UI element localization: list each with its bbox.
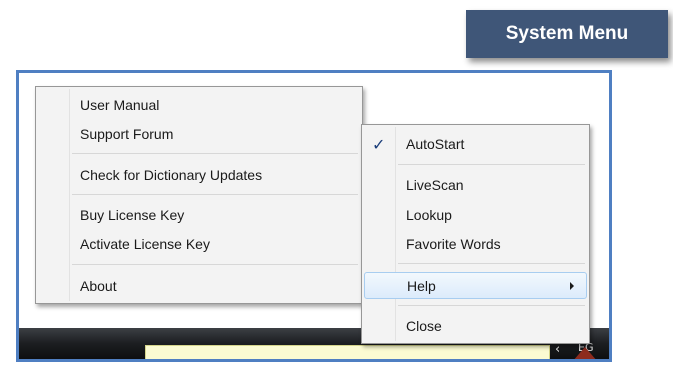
- menu-item-label: Check for Dictionary Updates: [80, 167, 263, 183]
- menu-item-label: AutoStart: [406, 136, 465, 152]
- menu-separator: [72, 153, 358, 154]
- menu-separator: [398, 164, 585, 165]
- menu-item-buy-license-key[interactable]: Buy License Key: [38, 203, 360, 227]
- menu-item-label: Activate License Key: [80, 236, 210, 252]
- menu-item-label: About: [80, 278, 117, 294]
- menu-item-livescan[interactable]: LiveScan: [364, 173, 587, 197]
- menu-item-autostart[interactable]: ✓ AutoStart: [364, 132, 587, 156]
- chevron-right-icon: [570, 281, 574, 290]
- menu-item-lookup[interactable]: Lookup: [364, 203, 587, 227]
- menu-item-activate-license-key[interactable]: Activate License Key: [38, 232, 360, 256]
- help-submenu: User Manual Support Forum Check for Dict…: [35, 86, 363, 304]
- menu-item-user-manual[interactable]: User Manual: [38, 93, 360, 117]
- pointer-arrow: [566, 347, 604, 359]
- page-title: System Menu: [466, 10, 668, 58]
- menu-item-label: Buy License Key: [80, 207, 185, 223]
- system-menu: ✓ AutoStart LiveScan Lookup Favorite Wor…: [361, 124, 590, 344]
- menu-item-label: Lookup: [406, 207, 452, 223]
- screen-frame: ‹ EG User Manual Support Forum Check for…: [16, 70, 612, 362]
- menu-item-label: Close: [406, 318, 442, 334]
- menu-separator: [72, 194, 358, 195]
- menu-item-label: Help: [407, 277, 436, 294]
- menu-separator: [398, 263, 585, 264]
- tooltip-box: [145, 345, 550, 359]
- menu-item-favorite-words[interactable]: Favorite Words: [364, 232, 587, 256]
- menu-item-label: LiveScan: [406, 177, 464, 193]
- menu-item-label: Support Forum: [80, 126, 174, 142]
- chevron-left-icon[interactable]: ‹: [555, 342, 560, 357]
- menu-item-help[interactable]: Help: [364, 272, 587, 299]
- menu-separator: [72, 264, 358, 265]
- menu-item-label: User Manual: [80, 97, 160, 113]
- menu-item-check-dictionary-updates[interactable]: Check for Dictionary Updates: [38, 163, 360, 187]
- stage: System Menu ‹ EG User Manual Support For…: [0, 0, 673, 374]
- menu-item-support-forum[interactable]: Support Forum: [38, 122, 360, 146]
- checkmark-icon: ✓: [372, 134, 386, 154]
- menu-separator: [398, 305, 585, 306]
- menu-item-about[interactable]: About: [38, 274, 360, 298]
- menu-item-close[interactable]: Close: [364, 314, 587, 338]
- menu-item-label: Favorite Words: [406, 236, 501, 252]
